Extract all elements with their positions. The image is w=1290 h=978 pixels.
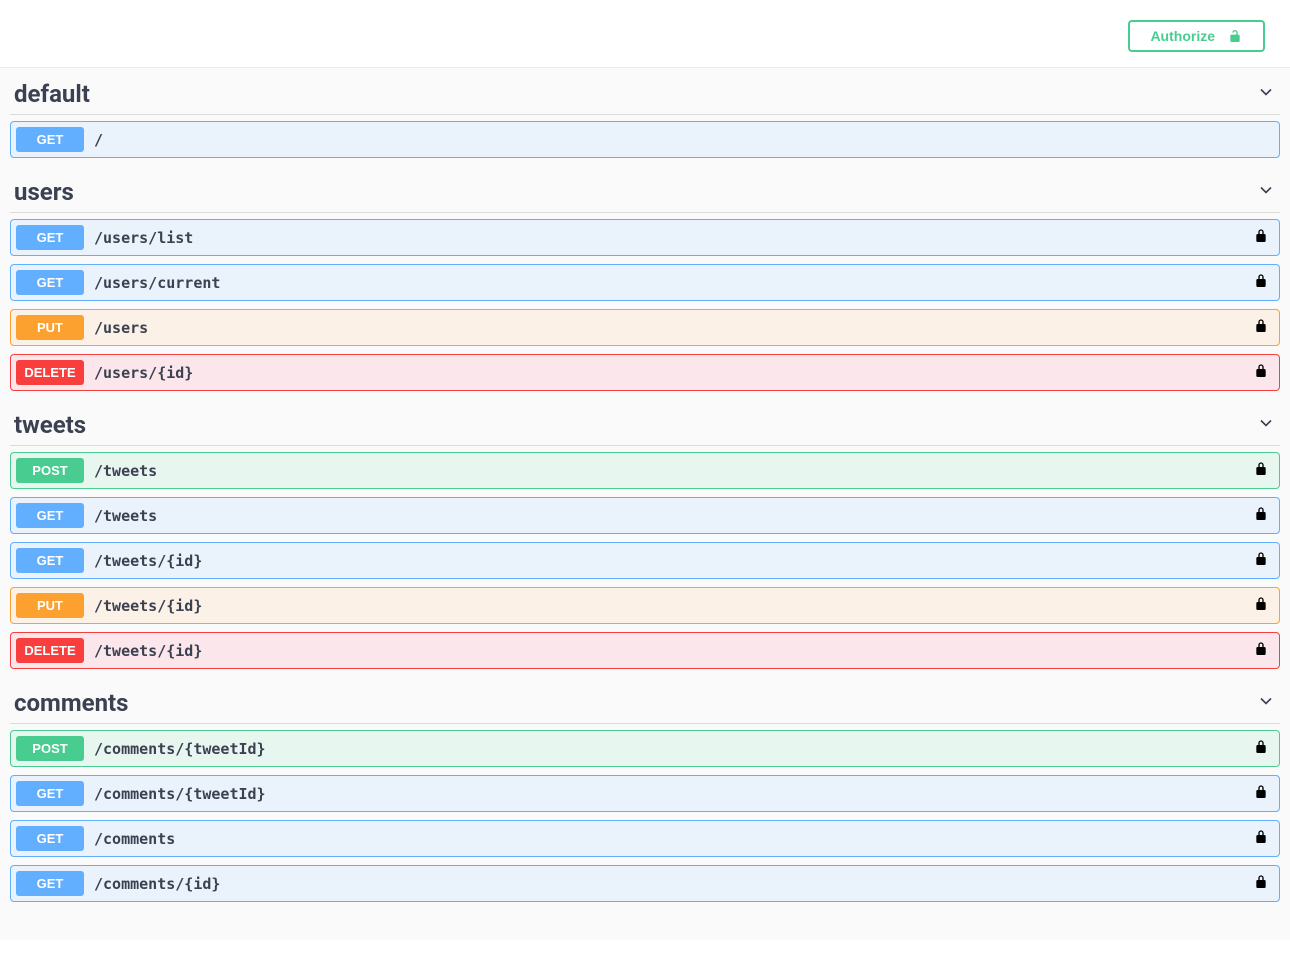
operation-row[interactable]: DELETE/tweets/{id} xyxy=(10,632,1280,669)
method-badge-get: GET xyxy=(16,503,84,528)
operation-row[interactable]: GET/comments/{tweetId} xyxy=(10,775,1280,812)
operation-lock[interactable] xyxy=(1253,596,1269,616)
method-badge-get: GET xyxy=(16,270,84,295)
section-title: default xyxy=(14,80,90,108)
operation-path: / xyxy=(94,131,1269,149)
section-header-comments[interactable]: comments xyxy=(10,677,1280,724)
operation-row[interactable]: GET/users/current xyxy=(10,264,1280,301)
section-toggle[interactable] xyxy=(1256,82,1276,106)
operation-lock[interactable] xyxy=(1253,228,1269,248)
operation-path: /users xyxy=(94,319,1253,337)
lock-icon xyxy=(1253,363,1269,379)
operation-lock[interactable] xyxy=(1253,551,1269,571)
operation-path: /comments xyxy=(94,830,1253,848)
lock-icon xyxy=(1253,596,1269,612)
lock-icon xyxy=(1253,739,1269,755)
method-badge-put: PUT xyxy=(16,593,84,618)
operation-lock[interactable] xyxy=(1253,739,1269,759)
method-badge-post: POST xyxy=(16,736,84,761)
section-header-users[interactable]: users xyxy=(10,166,1280,213)
lock-icon xyxy=(1253,273,1269,289)
operation-lock[interactable] xyxy=(1253,363,1269,383)
operation-path: /tweets/{id} xyxy=(94,642,1253,660)
method-badge-delete: DELETE xyxy=(16,360,84,385)
lock-icon xyxy=(1253,784,1269,800)
operation-lock[interactable] xyxy=(1253,784,1269,804)
method-badge-delete: DELETE xyxy=(16,638,84,663)
operation-lock[interactable] xyxy=(1253,506,1269,526)
top-bar: Authorize xyxy=(0,0,1290,68)
method-badge-get: GET xyxy=(16,127,84,152)
method-badge-get: GET xyxy=(16,871,84,896)
operation-row[interactable]: GET/tweets xyxy=(10,497,1280,534)
method-badge-get: GET xyxy=(16,548,84,573)
operation-path: /users/list xyxy=(94,229,1253,247)
operation-row[interactable]: PUT/tweets/{id} xyxy=(10,587,1280,624)
section-title: tweets xyxy=(14,411,86,439)
operation-path: /tweets/{id} xyxy=(94,597,1253,615)
operation-path: /comments/{tweetId} xyxy=(94,785,1253,803)
section-header-tweets[interactable]: tweets xyxy=(10,399,1280,446)
unlock-icon xyxy=(1227,28,1243,44)
section-toggle[interactable] xyxy=(1256,413,1276,437)
method-badge-put: PUT xyxy=(16,315,84,340)
lock-icon xyxy=(1253,874,1269,890)
lock-icon xyxy=(1253,461,1269,477)
operation-path: /users/{id} xyxy=(94,364,1253,382)
lock-icon xyxy=(1253,228,1269,244)
operation-row[interactable]: GET / xyxy=(10,121,1280,158)
section-title: users xyxy=(14,178,74,206)
chevron-down-icon xyxy=(1256,180,1276,200)
operation-lock[interactable] xyxy=(1253,829,1269,849)
operation-row[interactable]: GET/users/list xyxy=(10,219,1280,256)
method-badge-post: POST xyxy=(16,458,84,483)
operation-row[interactable]: POST/tweets xyxy=(10,452,1280,489)
operation-row[interactable]: DELETE/users/{id} xyxy=(10,354,1280,391)
operation-row[interactable]: GET/comments xyxy=(10,820,1280,857)
operation-path: /tweets xyxy=(94,462,1253,480)
operation-row[interactable]: PUT/users xyxy=(10,309,1280,346)
operation-lock[interactable] xyxy=(1253,461,1269,481)
operation-row[interactable]: GET/tweets/{id} xyxy=(10,542,1280,579)
authorize-button-label: Authorize xyxy=(1150,28,1215,44)
authorize-button[interactable]: Authorize xyxy=(1128,20,1265,52)
section-toggle[interactable] xyxy=(1256,180,1276,204)
section-header-default[interactable]: default xyxy=(10,68,1280,115)
section-toggle[interactable] xyxy=(1256,691,1276,715)
method-badge-get: GET xyxy=(16,826,84,851)
operation-path: /users/current xyxy=(94,274,1253,292)
chevron-down-icon xyxy=(1256,691,1276,711)
operation-lock[interactable] xyxy=(1253,641,1269,661)
method-badge-get: GET xyxy=(16,781,84,806)
lock-icon xyxy=(1253,551,1269,567)
lock-icon xyxy=(1253,318,1269,334)
lock-icon xyxy=(1253,829,1269,845)
operation-path: /comments/{id} xyxy=(94,875,1253,893)
section-title: comments xyxy=(14,689,129,717)
operation-path: /comments/{tweetId} xyxy=(94,740,1253,758)
operation-row[interactable]: GET/comments/{id} xyxy=(10,865,1280,902)
method-badge-get: GET xyxy=(16,225,84,250)
api-sections: defaultGET/usersGET/users/listGET/users/… xyxy=(0,68,1290,940)
operation-lock[interactable] xyxy=(1253,273,1269,293)
lock-icon xyxy=(1253,641,1269,657)
operation-path: /tweets xyxy=(94,507,1253,525)
operation-lock[interactable] xyxy=(1253,318,1269,338)
operation-lock[interactable] xyxy=(1253,874,1269,894)
operation-path: /tweets/{id} xyxy=(94,552,1253,570)
lock-icon xyxy=(1253,506,1269,522)
operation-row[interactable]: POST/comments/{tweetId} xyxy=(10,730,1280,767)
chevron-down-icon xyxy=(1256,413,1276,433)
chevron-down-icon xyxy=(1256,82,1276,102)
